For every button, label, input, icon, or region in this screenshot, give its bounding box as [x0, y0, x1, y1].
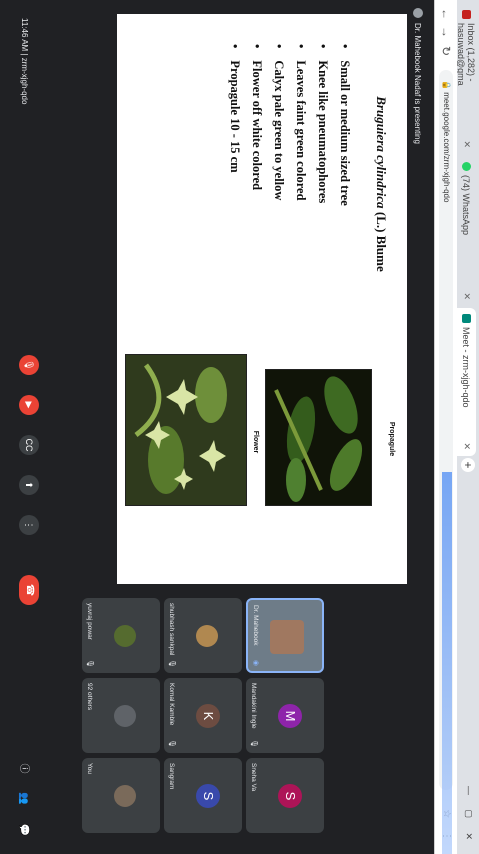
- tab-label: Meet - zrm-xjgh-qdo: [461, 327, 472, 408]
- slide-title: Bruguiera cylindrica (L.) Blume: [373, 14, 389, 354]
- tab-label: (74) WhatsApp: [461, 175, 472, 236]
- participant-avatar: S: [196, 784, 220, 808]
- captions-button[interactable]: CC: [19, 435, 39, 455]
- presenter-avatar: [413, 8, 423, 18]
- tab-whatsapp[interactable]: (74) WhatsApp ✕: [457, 156, 476, 306]
- mic-off-icon: 🎙: [168, 659, 175, 668]
- gmail-icon: [462, 10, 471, 19]
- leave-call-button[interactable]: ☎: [19, 575, 39, 605]
- close-icon[interactable]: ✕: [461, 442, 472, 450]
- side-panel-icons[interactable]: ⓘ 👥 💬: [18, 764, 33, 844]
- window-controls[interactable]: — ▢ ✕: [463, 786, 474, 846]
- photo-of-screen: Inbox (1,282) - hasuwad@gma ✕ (74) Whats…: [0, 0, 479, 854]
- meeting-info: 11:46 AM | zrm-xjgh-qdo: [20, 18, 29, 105]
- speaking-icon: ◉: [252, 659, 259, 666]
- mic-off-icon: 🎙: [86, 659, 93, 668]
- others-tile[interactable]: 92 others: [82, 678, 160, 753]
- species-author: (L.) Blume: [374, 208, 389, 272]
- bullet-item: Small or medium sized tree: [337, 44, 352, 205]
- self-tile[interactable]: You: [82, 758, 160, 833]
- presenting-banner: Dr. Mahebook Nadaf is presenting: [413, 8, 423, 144]
- meet-icon: [462, 314, 471, 323]
- participant-tile[interactable]: yuvraj powar 🎙: [82, 598, 160, 673]
- bullet-item: Knee like pneumatophores: [315, 44, 330, 206]
- participant-avatar: [114, 785, 136, 807]
- participant-name: Komal Kamble: [168, 683, 175, 726]
- bullet-item: Flower off white colored: [249, 44, 264, 206]
- participant-tile[interactable]: M Mandakini Ingle 🎙: [246, 678, 324, 753]
- participant-name: Mandakini Ingle: [250, 683, 257, 729]
- species-name: Bruguiera cylindrica: [374, 96, 389, 209]
- camera-toggle-button[interactable]: ▶: [19, 395, 39, 415]
- tab-gmail[interactable]: Inbox (1,282) - hasuwad@gma ✕: [456, 4, 477, 154]
- clock-time: 11:46 AM: [20, 18, 29, 52]
- tab-meet[interactable]: Meet - zrm-xjgh-qdo ✕: [457, 308, 476, 456]
- mic-off-icon: 🎙: [168, 739, 175, 748]
- participant-avatar: S: [278, 784, 302, 808]
- presentation-slide: Bruguiera cylindrica (L.) Blume Small or…: [117, 14, 407, 584]
- mic-off-icon: 🎙: [250, 739, 257, 748]
- tab-label: Inbox (1,282) - hasuwad@gma: [456, 23, 477, 86]
- participant-name: shubhash sankpal: [168, 603, 175, 656]
- more-options-button[interactable]: ⋮: [19, 515, 39, 535]
- participant-avatar: K: [196, 704, 220, 728]
- presenter-label: Dr. Mahebook Nadaf is presenting: [413, 23, 423, 144]
- video-feed: [270, 620, 304, 654]
- participant-name: Sneha Va: [250, 763, 257, 792]
- whatsapp-icon: [462, 162, 471, 171]
- meet-window: Inbox (1,282) - hasuwad@gma ✕ (74) Whats…: [0, 0, 479, 854]
- flower-caption: Flower: [252, 430, 259, 454]
- participant-tile[interactable]: S Sneha Va: [246, 758, 324, 833]
- participant-tile[interactable]: K Komal Kamble 🎙: [164, 678, 242, 753]
- propagule-caption: Propagule: [388, 421, 395, 457]
- flower-photo: [125, 354, 247, 506]
- participant-tile[interactable]: S Sangram: [164, 758, 242, 833]
- close-icon[interactable]: ✕: [461, 292, 472, 300]
- forward-icon[interactable]: →: [439, 26, 453, 38]
- participant-name: Sangram: [168, 763, 175, 790]
- reload-icon[interactable]: ↻: [439, 46, 453, 56]
- participant-name: You: [86, 763, 93, 774]
- propagule-photo: [265, 369, 372, 506]
- back-icon[interactable]: ←: [439, 8, 453, 20]
- participant-name: 92 others: [86, 683, 93, 711]
- bullet-list: Small or medium sized tree Knee like pne…: [220, 44, 352, 206]
- participant-name: Dr. Mahebook: [252, 605, 259, 646]
- participant-avatar: [196, 625, 218, 647]
- url-text: meet.google.com/zrm-xjgh-qdo: [442, 92, 451, 203]
- mic-toggle-button[interactable]: 🎙: [19, 355, 39, 375]
- lock-icon: 🔒: [442, 80, 451, 93]
- bullet-item: Propagule 10 - 15 cm: [227, 44, 242, 206]
- participant-avatar: M: [278, 704, 302, 728]
- tab-bar: Inbox (1,282) - hasuwad@gma ✕ (74) Whats…: [457, 0, 479, 854]
- meeting-code: zrm-xjgh-qdo: [20, 57, 29, 105]
- participant-avatar: [114, 625, 136, 647]
- close-icon[interactable]: ✕: [461, 140, 472, 148]
- new-tab-button[interactable]: +: [461, 458, 475, 472]
- bullet-item: Calyx pale green to yellow: [271, 44, 286, 206]
- bullet-item: Leaves faint green colored: [293, 44, 308, 206]
- present-button[interactable]: ⬆: [19, 475, 39, 495]
- participant-name: yuvraj powar: [86, 603, 93, 640]
- participant-avatar: [114, 705, 136, 727]
- participant-tile[interactable]: Dr. Mahebook ◉: [246, 598, 324, 673]
- participant-tile[interactable]: shubhash sankpal 🎙: [164, 598, 242, 673]
- screen-glare: [442, 472, 452, 854]
